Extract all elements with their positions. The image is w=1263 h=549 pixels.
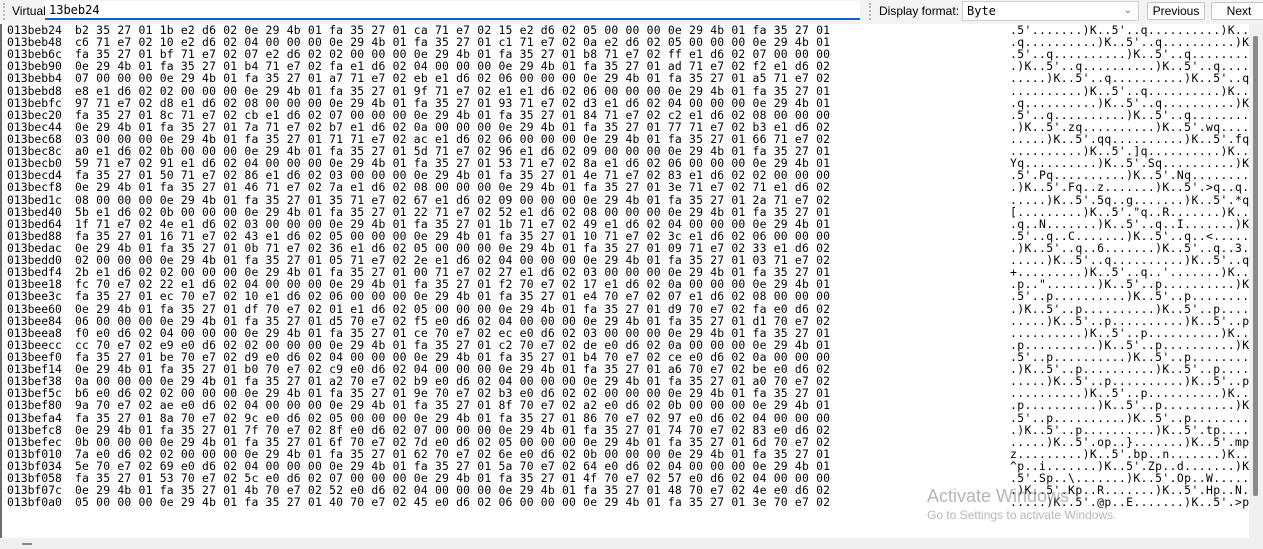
row-ascii: .5'..p..........)K..5'..p.......... xyxy=(1010,289,1249,304)
row-ascii: .q..........)K..5'..q..........)K. xyxy=(1010,95,1249,110)
row-hex-bytes: e8 e1 d6 02 02 00 00 00 0e 29 4b 01 fa 3… xyxy=(75,83,831,98)
row-address: 013bee60 xyxy=(7,301,62,316)
row-address: 013bef80 xyxy=(7,398,62,413)
row-hex-bytes: 9a 70 e7 02 ae e0 d6 02 04 00 00 00 0e 2… xyxy=(75,398,831,413)
memory-toolbar: Virtual: 13beb24 Display format: Byte ⌄ … xyxy=(0,0,1263,25)
row-hex-bytes: 0e 29 4b 01 fa 35 27 01 46 71 e7 02 7a e… xyxy=(75,180,831,195)
row-ascii: .....)K..5'.@p..E.......)K..5'.>p.. xyxy=(1010,495,1249,510)
row-ascii: .....)K..5'..q..........)K..5'..q.. xyxy=(1010,71,1249,86)
memory-row[interactable]: 013becf8 0e 29 4b 01 fa 35 27 01 46 71 e7… xyxy=(7,181,1249,193)
row-address: 013befa4 xyxy=(7,410,62,425)
row-ascii: .....)K..5'..p..........)K..5'..p.. xyxy=(1010,313,1249,328)
memory-row[interactable]: 013befec 0b 00 00 00 0e 29 4b 01 fa 35 27… xyxy=(7,436,1249,448)
next-button[interactable]: Next xyxy=(1211,2,1263,20)
row-hex-bytes: 06 00 00 00 0e 29 4b 01 fa 35 27 01 d5 7… xyxy=(75,313,831,328)
row-address: 013bee84 xyxy=(7,313,62,328)
row-hex-bytes: fa 35 27 01 8a 70 e7 02 9c e0 d6 02 05 0… xyxy=(75,410,831,425)
vertical-scrollbar[interactable] xyxy=(1249,24,1263,538)
row-address: 013bed40 xyxy=(7,204,62,219)
memory-row[interactable]: 013bebd8 e8 e1 d6 02 02 00 00 00 0e 29 4b… xyxy=(7,83,1249,98)
chevron-down-icon: ⌄ xyxy=(1123,5,1132,16)
row-ascii: ..........)K..5'..q..........)K..5'. xyxy=(1010,83,1249,98)
row-hex-bytes: 0e 29 4b 01 fa 35 27 01 7f 70 e7 02 8f e… xyxy=(75,422,831,437)
vertical-scrollbar-thumb[interactable] xyxy=(1253,36,1258,496)
previous-button[interactable]: Previous xyxy=(1147,2,1205,20)
row-address: 013bf0a0 xyxy=(7,495,62,510)
display-format-select[interactable]: Byte ⌄ xyxy=(962,1,1139,21)
row-hex-bytes: fa 35 27 01 ec 70 e7 02 10 e1 d6 02 06 0… xyxy=(75,289,831,304)
row-address: 013becf8 xyxy=(7,180,62,195)
row-ascii: [.........)K..5'."q..R.......)K..5'. xyxy=(1010,204,1249,219)
row-hex-bytes: 97 71 e7 02 d8 e1 d6 02 08 00 00 00 0e 2… xyxy=(75,95,831,110)
virtual-label: Virtual: xyxy=(12,4,50,18)
row-hex-bytes: 5b e1 d6 02 0b 00 00 00 0e 29 4b 01 fa 3… xyxy=(75,204,831,219)
row-ascii: .....)K..5'.5q..g.......)K..5'.*q.. xyxy=(1010,192,1249,207)
row-address: 013befc8 xyxy=(7,422,62,437)
row-ascii: .)K..5'..p..........)K..5'.tp...... xyxy=(1010,422,1249,437)
row-ascii: .5'..p..........)K..5'..p.......... xyxy=(1010,410,1249,425)
memory-dump-pane[interactable]: 013beb24 b2 35 27 01 1b e2 d6 02 0e 29 4b… xyxy=(0,24,1249,538)
toolbar-grip[interactable] xyxy=(869,3,873,20)
memory-row[interactable]: 013bebfc 97 71 e7 02 d8 e1 d6 02 08 00 00… xyxy=(7,97,1249,109)
row-address: 013bee3c xyxy=(7,289,62,304)
display-format-label: Display format: xyxy=(879,4,960,18)
row-ascii: .p..........)K..5'..p..........)K. xyxy=(1010,398,1249,413)
row-hex-bytes: 07 00 00 00 0e 29 4b 01 fa 35 27 01 a7 7… xyxy=(75,71,831,86)
memory-row[interactable]: 013bee84 06 00 00 00 0e 29 4b 01 fa 35 27… xyxy=(7,315,1249,327)
horizontal-scrollbar-thumb[interactable] xyxy=(22,543,32,545)
row-hex-bytes: 0e 29 4b 01 fa 35 27 01 df 70 e7 02 01 e… xyxy=(75,301,831,316)
memory-row[interactable]: 013bebb4 07 00 00 00 0e 29 4b 01 fa 35 27… xyxy=(7,72,1249,84)
display-format-value: Byte xyxy=(967,4,996,18)
memory-row[interactable]: 013befa4 fa 35 27 01 8a 70 e7 02 9c e0 d6… xyxy=(7,410,1249,425)
row-ascii: .)K..5'.Fq..z.......)K..5'.>q..q... xyxy=(1010,180,1249,195)
horizontal-scrollbar[interactable] xyxy=(0,538,1249,549)
row-ascii: .)K..5'..p..........)K..5'..p...... xyxy=(1010,301,1249,316)
row-address: 013bebb4 xyxy=(7,71,62,86)
memory-row[interactable]: 013befc8 0e 29 4b 01 fa 35 27 01 7f 70 e7… xyxy=(7,422,1249,437)
memory-row[interactable]: 013bee3c fa 35 27 01 ec 70 e7 02 10 e1 d6… xyxy=(7,290,1249,302)
virtual-address-input[interactable]: 13beb24 xyxy=(45,1,860,20)
row-hex-bytes: 05 00 00 00 0e 29 4b 01 fa 35 27 01 40 7… xyxy=(75,495,831,510)
row-address: 013bebd8 xyxy=(7,83,62,98)
memory-row[interactable]: 013bf0a0 05 00 00 00 0e 29 4b 01 fa 35 27… xyxy=(7,496,1249,508)
memory-row[interactable]: 013bed40 5b e1 d6 02 0b 00 00 00 0e 29 4b… xyxy=(7,206,1249,218)
memory-row[interactable]: 013bee60 0e 29 4b 01 fa 35 27 01 df 70 e7… xyxy=(7,301,1249,316)
memory-row[interactable]: 013bef80 9a 70 e7 02 ae e0 d6 02 04 00 00… xyxy=(7,399,1249,411)
row-address: 013bebfc xyxy=(7,95,62,110)
row-address: 013bed1c xyxy=(7,192,62,207)
toolbar-grip[interactable] xyxy=(3,3,7,20)
row-hex-bytes: 08 00 00 00 0e 29 4b 01 fa 35 27 01 35 7… xyxy=(75,192,831,207)
memory-rows: 013beb24 b2 35 27 01 1b e2 d6 02 0e 29 4b… xyxy=(7,24,1249,508)
memory-row[interactable]: 013bed1c 08 00 00 00 0e 29 4b 01 fa 35 27… xyxy=(7,192,1249,207)
